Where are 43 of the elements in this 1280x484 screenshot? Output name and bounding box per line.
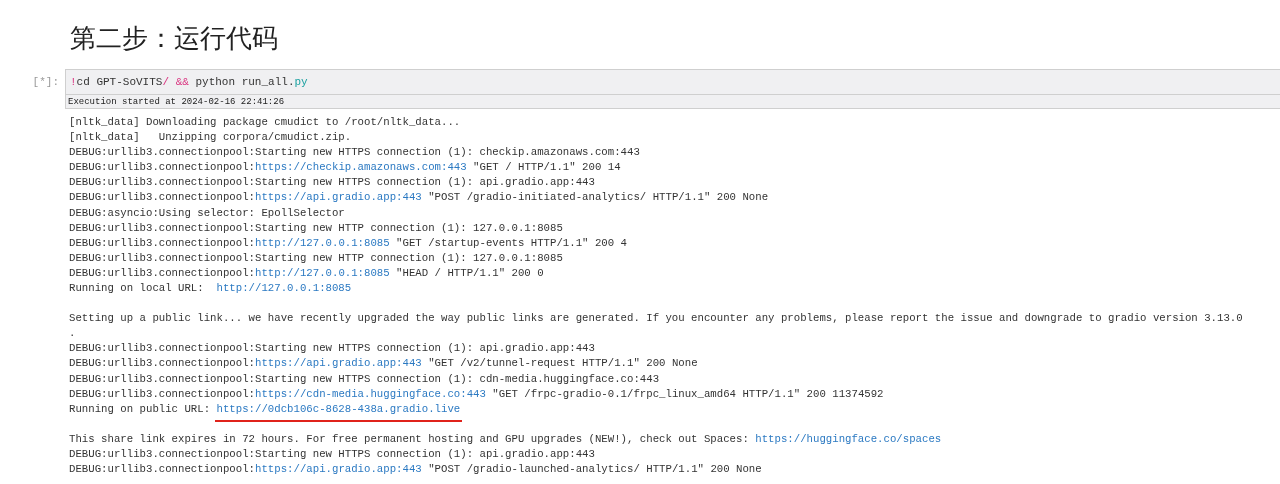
output-text: "GET /startup-events HTTP/1.1" 200 4 (395, 236, 627, 249)
output-text: DEBUG:urllib3.connectionpool:Starting new HTTPS connection (1): api.gradio.app:443 (69, 447, 595, 460)
output-text: This share link expires in 72 hours. For free permanent hosting and GPU upgrades (NEW!), check out Spaces: (69, 432, 750, 445)
output-text: DEBUG:urllib3.connectionpool: (69, 357, 255, 370)
output-text: DEBUG:urllib3.connectionpool:Starting new HTTPS connection (1): cdn-media.huggingface.co:443 (69, 372, 660, 385)
output-link[interactable]: https://cdn-media.huggingface.co:443 (255, 387, 486, 400)
cell-prompt: [*]: (32, 75, 59, 90)
output-link[interactable]: https://api.gradio.app:443 (255, 191, 422, 204)
output-link[interactable]: https://api.gradio.app:443 (255, 357, 422, 370)
output-text: "GET /v2/tunnel-request HTTP/1.1" 200 None (427, 357, 698, 370)
output-text: DEBUG:urllib3.connectionpool: (69, 266, 255, 279)
output-link[interactable]: https://huggingface.co/spaces (755, 432, 942, 445)
output-text: DEBUG:urllib3.connectionpool: (69, 387, 255, 400)
output-text: Running on public URL: (69, 402, 212, 415)
execution-time: Execution started at 2024-02-16 22:41:26 (68, 95, 285, 108)
output-text: Running on local URL: (69, 282, 205, 295)
output-text: . (69, 327, 76, 340)
output-link[interactable]: https://checkip.amazonaws.com:443 (255, 161, 467, 174)
output-text: "HEAD / HTTP/1.1" 200 0 (395, 266, 544, 279)
output-text: "GET / HTTP/1.1" 200 14 (472, 161, 621, 174)
output-text: [nltk_data] Unzipping corpora/cmudict.zip. (69, 131, 352, 144)
output-text: DEBUG:urllib3.connectionpool:Starting new HTTPS connection (1): api.gradio.app:443 (69, 342, 595, 355)
output-text: Setting up a public link... we have recently upgraded the way public links are generated. If you encounter any problems, please report the issue and downgrade to gradio version 3.13.0 (69, 312, 1243, 325)
output-text: [nltk_data] Downloading package cmudict to /root/nltk_data... (69, 116, 461, 128)
code-input[interactable]: !cd GPT-SoVITS/ && python run_all.py (65, 69, 1280, 95)
output-text: DEBUG:urllib3.connectionpool:Starting new HTTP connection (1): 127.0.0.1:8085 (69, 251, 563, 264)
output-text: DEBUG:urllib3.connectionpool: (69, 236, 255, 249)
output-text: DEBUG:urllib3.connectionpool:Starting new HTTPS connection (1): checkip.amazonaws.com:443 (69, 146, 640, 159)
output-link[interactable]: http://127.0.0.1:8085 (255, 266, 390, 279)
output-text: DEBUG:urllib3.connectionpool: (69, 462, 255, 475)
output-text: "POST /gradio-initiated-analytics/ HTTP/1.1" 200 None (427, 191, 769, 204)
page-heading: 第二步：运行代码 (70, 22, 278, 55)
output-link[interactable]: https://api.gradio.app:443 (255, 462, 422, 475)
output-text: DEBUG:urllib3.connectionpool: (69, 161, 255, 174)
output-text: "POST /gradio-launched-analytics/ HTTP/1.1" 200 None (427, 462, 762, 475)
output-text: DEBUG:urllib3.connectionpool:Starting new HTTP connection (1): 127.0.0.1:8085 (69, 221, 563, 234)
output-text: DEBUG:urllib3.connectionpool:Starting new HTTPS connection (1): api.gradio.app:443 (69, 176, 595, 189)
output-text: "GET /frpc-gradio-0.1/frpc_linux_amd64 HTTP/1.1" 200 11374592 (491, 387, 884, 400)
output-link[interactable]: https://0dcb106c-8628-438a.gradio.live (214, 402, 463, 422)
output-text: DEBUG:asyncio:Using selector: EpollSelector (69, 206, 345, 219)
output-link[interactable]: http://127.0.0.1:8085 (216, 282, 352, 295)
output-text: DEBUG:urllib3.connectionpool: (69, 191, 255, 204)
output-link[interactable]: http://127.0.0.1:8085 (255, 236, 390, 249)
